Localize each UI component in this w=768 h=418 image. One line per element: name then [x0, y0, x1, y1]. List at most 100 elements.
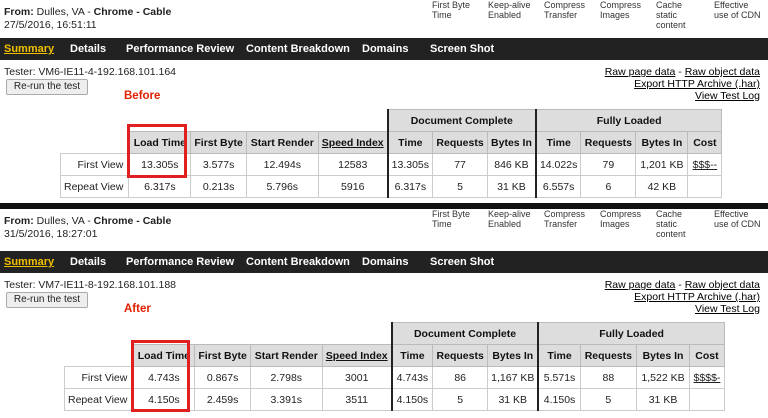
raw-page-data-link[interactable]: Raw page data — [605, 279, 676, 291]
col-first-byte: First Byte — [190, 131, 247, 154]
col-load-time: Load Time — [132, 344, 196, 367]
tab-summary[interactable]: Summary — [4, 256, 54, 268]
col-cost: Cost — [687, 131, 723, 154]
row-label: Repeat View — [59, 175, 130, 198]
cell-first-byte: 3.577s — [190, 153, 247, 176]
test-date: 27/5/2016, 16:51:11 — [4, 19, 97, 31]
cell-full-requests: 6 — [580, 175, 637, 198]
results-nav: Summary Details Performance Review Conte… — [0, 251, 768, 273]
tester-info: Tester: VM7-IE11-8-192.168.101.188 — [4, 279, 176, 291]
row-label: Repeat View — [63, 388, 134, 411]
tab-details[interactable]: Details — [70, 256, 106, 268]
cell-doc-requests: 5 — [432, 388, 489, 411]
row-label: First View — [63, 366, 134, 389]
option-compress-transfer: Compress Transfer — [544, 209, 586, 229]
col-speed-index[interactable]: Speed Index — [317, 131, 389, 154]
tab-domains[interactable]: Domains — [362, 256, 408, 268]
cell-full-bytes: 1,522 KB — [635, 366, 691, 389]
cell-cost — [689, 388, 725, 411]
cell-full-requests: 79 — [580, 153, 637, 176]
results-table: Document Complete Fully Loaded Load Time… — [63, 322, 725, 411]
document-complete-header: Document Complete — [386, 109, 537, 132]
cell-load-time: 6.317s — [128, 175, 192, 198]
cell-full-bytes: 1,201 KB — [635, 153, 689, 176]
cell-speed-index: 3001 — [321, 366, 393, 389]
test-result-panel-before: From: Dulles, VA - Chrome - Cable 27/5/2… — [0, 0, 768, 203]
view-test-log-link[interactable]: View Test Log — [695, 303, 760, 315]
tab-summary[interactable]: Summary — [4, 43, 54, 55]
tab-screen-shot[interactable]: Screen Shot — [430, 256, 494, 268]
tab-domains[interactable]: Domains — [362, 43, 408, 55]
browser-name: Chrome — [93, 215, 134, 227]
col-full-time: Time — [534, 131, 582, 154]
results-nav: Summary Details Performance Review Conte… — [0, 38, 768, 60]
cell-start-render: 12.494s — [245, 153, 319, 176]
result-links: Raw page data - Raw object data Export H… — [604, 66, 760, 102]
raw-object-data-link[interactable]: Raw object data — [685, 279, 760, 291]
rerun-button[interactable]: Re-run the test — [6, 79, 88, 95]
cell-full-requests: 5 — [579, 388, 637, 411]
browser-name: Chrome — [93, 6, 134, 18]
col-start-render: Start Render — [245, 131, 319, 154]
from-label: From: — [4, 215, 34, 227]
option-first-byte: First Byte Time — [432, 209, 471, 229]
cell-speed-index: 12583 — [317, 153, 389, 176]
cell-cost — [687, 175, 723, 198]
test-header: From: Dulles, VA - Chrome - Cable 27/5/2… — [0, 0, 768, 36]
table-row-repeat-view: Repeat View 4.150s 2.459s 3.391s 3511 4.… — [63, 388, 725, 411]
result-links: Raw page data - Raw object data Export H… — [604, 279, 760, 315]
col-start-render: Start Render — [249, 344, 323, 367]
tab-content-breakdown[interactable]: Content Breakdown — [246, 256, 350, 268]
view-test-log-link[interactable]: View Test Log — [695, 90, 760, 102]
raw-object-data-link[interactable]: Raw object data — [685, 66, 760, 78]
tab-performance-review[interactable]: Performance Review — [126, 256, 234, 268]
option-compress-images: Compress Images — [600, 0, 642, 20]
test-result-panel-after: From: Dulles, VA - Chrome - Cable 31/5/2… — [0, 209, 768, 418]
fully-loaded-header: Fully Loaded — [534, 109, 723, 132]
location-text: Dulles, VA - — [33, 6, 94, 18]
cell-load-time: 13.305s — [128, 153, 192, 176]
option-compress-transfer: Compress Transfer — [544, 0, 586, 20]
cell-doc-time: 4.743s — [390, 366, 434, 389]
cell-doc-time: 6.317s — [386, 175, 434, 198]
option-keep-alive: Keep-alive Enabled — [488, 0, 531, 20]
export-har-link[interactable]: Export HTTP Archive (.har) — [634, 291, 760, 303]
cell-first-byte: 0.213s — [190, 175, 247, 198]
cell-full-time: 14.022s — [534, 153, 582, 176]
rerun-button[interactable]: Re-run the test — [6, 292, 88, 308]
results-table: Document Complete Fully Loaded Load Time… — [59, 109, 723, 198]
cell-doc-requests: 5 — [432, 175, 489, 198]
col-full-requests: Requests — [579, 344, 637, 367]
col-first-byte: First Byte — [194, 344, 251, 367]
cell-cost[interactable]: $$$-- — [687, 153, 723, 176]
test-date: 31/5/2016, 18:27:01 — [4, 228, 98, 240]
cell-full-time: 5.571s — [537, 366, 581, 389]
cell-cost[interactable]: $$$$- — [689, 366, 725, 389]
cell-first-byte: 2.459s — [194, 388, 251, 411]
tester-info: Tester: VM6-IE11-4-192.168.101.164 — [4, 66, 176, 78]
col-full-time: Time — [537, 344, 581, 367]
col-doc-requests: Requests — [432, 344, 489, 367]
option-cache-static: Cache static content — [656, 209, 686, 239]
col-doc-time: Time — [390, 344, 434, 367]
cell-full-bytes: 42 KB — [635, 175, 689, 198]
tab-screen-shot[interactable]: Screen Shot — [430, 43, 494, 55]
col-speed-index[interactable]: Speed Index — [321, 344, 393, 367]
row-label: First View — [59, 153, 130, 176]
connection-type: - Cable — [133, 215, 172, 227]
tab-performance-review[interactable]: Performance Review — [126, 43, 234, 55]
cell-doc-requests: 86 — [432, 366, 489, 389]
after-label: After — [124, 303, 151, 315]
cell-speed-index: 3511 — [321, 388, 393, 411]
cell-full-requests: 88 — [579, 366, 637, 389]
tab-details[interactable]: Details — [70, 43, 106, 55]
test-header: From: Dulles, VA - Chrome - Cable 31/5/2… — [0, 209, 768, 245]
cell-load-time: 4.743s — [132, 366, 196, 389]
cell-first-byte: 0.867s — [194, 366, 251, 389]
raw-page-data-link[interactable]: Raw page data — [605, 66, 676, 78]
location-text: Dulles, VA - — [33, 215, 94, 227]
tab-content-breakdown[interactable]: Content Breakdown — [246, 43, 350, 55]
export-har-link[interactable]: Export HTTP Archive (.har) — [634, 78, 760, 90]
col-doc-time: Time — [386, 131, 434, 154]
cell-doc-time: 4.150s — [390, 388, 434, 411]
